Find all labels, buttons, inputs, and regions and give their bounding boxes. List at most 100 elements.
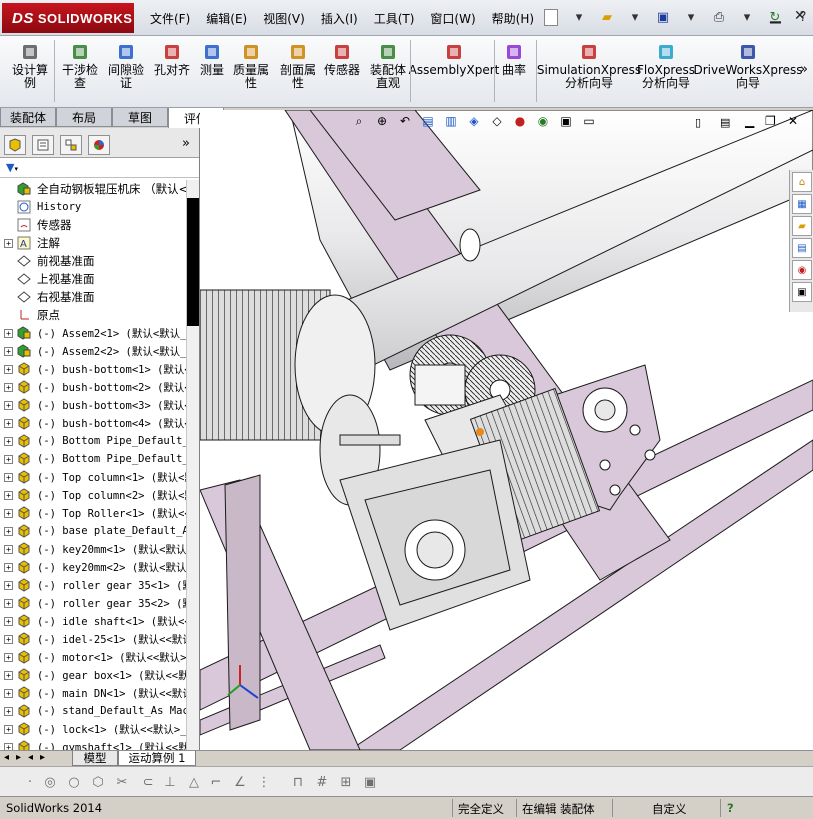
smart-dimension-icon[interactable]: ⊓ xyxy=(290,774,306,790)
previous-view-icon[interactable]: ↶ xyxy=(396,112,414,130)
view-orientation-icon[interactable]: ◈ xyxy=(465,112,483,130)
offset-icon[interactable]: ⊂ xyxy=(140,774,156,790)
tree-node[interactable]: + (-) gymshaft<1> (默认<<默 xyxy=(0,738,186,750)
appearances-scenes-icon[interactable]: ◉ xyxy=(792,260,812,280)
dropdown-arrow-icon[interactable]: ▾ xyxy=(624,7,646,27)
tree-node[interactable]: + (-) Top column<2> (默认<默 xyxy=(0,486,186,504)
tree-node[interactable]: + (-) lock<1> (默认<<默认>_5 xyxy=(0,720,186,738)
expand-icon[interactable]: + xyxy=(4,526,13,536)
command-driveworksxpress[interactable]: DriveWorksXpress 向导 xyxy=(693,42,803,90)
graphics-area[interactable]: ⌕ ⊕ ↶ ▤ ▥ ◈ ◇ ● ◉ ▣ ▭ ▯ ▤ ▁ ❐ ✕ xyxy=(200,110,813,750)
mirror-icon[interactable]: ⊥ xyxy=(162,774,178,790)
command-floxpress[interactable]: FloXpress 分析向导 xyxy=(637,42,695,90)
tab-model[interactable]: 模型 xyxy=(72,751,118,766)
tree-node[interactable]: + (-) Top column<1> (默认<默 xyxy=(0,468,186,486)
expand-icon[interactable]: + xyxy=(4,436,13,446)
tab-motion-study-1[interactable]: 运动算例 1 xyxy=(118,751,196,766)
expand-icon[interactable]: + xyxy=(4,670,13,680)
menu-item-3[interactable]: 插入(I) xyxy=(321,10,358,27)
expand-icon[interactable]: + xyxy=(4,472,13,482)
tree-node[interactable]: + (-) roller gear 35<1> (默认 xyxy=(0,576,186,594)
scroll-left-icon[interactable]: ◂ xyxy=(4,752,9,763)
expand-icon[interactable]: + xyxy=(4,580,13,590)
display-style-icon[interactable]: ◇ xyxy=(488,112,506,130)
viewport-tile-icon[interactable]: ▤ xyxy=(720,116,730,129)
tree-node[interactable]: + (-) Bottom Pipe_Default_As xyxy=(0,450,186,468)
file-explorer-icon[interactable]: ▰ xyxy=(792,216,812,236)
apply-scene-icon[interactable]: ▣ xyxy=(557,112,575,130)
scroll-right-icon[interactable]: ▸ xyxy=(16,752,21,763)
tree-node[interactable]: + A 注解 xyxy=(0,234,186,252)
expand-icon[interactable]: + xyxy=(4,706,13,716)
command-design-study[interactable]: 设计算 例 xyxy=(10,42,50,90)
expand-icon[interactable]: + xyxy=(4,400,13,410)
tree-node[interactable]: History xyxy=(0,198,186,216)
expand-icon[interactable]: + xyxy=(4,616,13,626)
tree-node[interactable]: + (-) gear box<1> (默认<<默认 xyxy=(0,666,186,684)
command-sensor[interactable]: 传感器 xyxy=(322,42,362,77)
tree-node[interactable]: + (-) bush-bottom<2> (默认<< xyxy=(0,378,186,396)
print-icon[interactable]: ⎙ xyxy=(708,7,730,27)
tree-node[interactable]: + (-) bush-bottom<1> (默认<< xyxy=(0,360,186,378)
command-curvature[interactable]: 曲率 xyxy=(500,42,528,77)
command-measure[interactable]: 测量 xyxy=(198,42,226,77)
design-library-icon[interactable]: ▦ xyxy=(792,194,812,214)
menu-item-6[interactable]: 帮助(H) xyxy=(492,10,534,27)
dropdown-arrow-icon[interactable]: ▾ xyxy=(568,7,590,27)
menu-item-1[interactable]: 编辑(E) xyxy=(206,10,247,27)
save-icon[interactable]: ▣ xyxy=(652,7,674,27)
view-settings-icon[interactable]: ▭ xyxy=(580,112,598,130)
fillet-icon[interactable]: ⌐ xyxy=(208,774,224,790)
expand-icon[interactable]: + xyxy=(4,508,13,518)
expand-icon[interactable]: + xyxy=(4,634,13,644)
circle-icon[interactable]: ◎ xyxy=(42,774,58,790)
command-interference[interactable]: 干涉检 查 xyxy=(60,42,100,90)
expand-icon[interactable]: + xyxy=(4,544,13,554)
expand-icon[interactable]: + xyxy=(4,490,13,500)
section-view-icon[interactable]: ▤ xyxy=(419,112,437,130)
tree-node[interactable]: + (-) bush-bottom<3> (默认<< xyxy=(0,396,186,414)
expand-icon[interactable]: + xyxy=(4,598,13,608)
polygon-icon[interactable]: ⬡ xyxy=(90,774,106,790)
expand-icon[interactable]: + xyxy=(4,346,13,356)
expand-icon[interactable]: + xyxy=(4,562,13,572)
tree-node[interactable]: + (-) Assem2<2> (默认<默认_5 xyxy=(0,342,186,360)
tree-node[interactable]: + (-) Assem2<1> (默认<默认_5 xyxy=(0,324,186,342)
tree-root-assembly[interactable]: 全自动钢板辊压机床 （默认<默认 xyxy=(0,180,186,198)
tree-node[interactable]: 前视基准面 xyxy=(0,252,186,270)
grid-icon[interactable]: # xyxy=(314,774,330,790)
tree-node[interactable]: + (-) stand_Default_As Machi xyxy=(0,702,186,720)
trim-icon[interactable]: ✂ xyxy=(114,774,130,790)
tree-node[interactable]: 传感器 xyxy=(0,216,186,234)
command-simulationxpress[interactable]: SimulationXpress 分析向导 xyxy=(537,42,641,90)
scroll-first-icon[interactable]: ◂ xyxy=(28,752,33,763)
tree-node[interactable]: + (-) key20mm<1> (默认<默认_ xyxy=(0,540,186,558)
dynamic-annotation-icon[interactable]: ▥ xyxy=(442,112,460,130)
view-palette-icon[interactable]: ▤ xyxy=(792,238,812,258)
custom-properties-icon[interactable]: ▣ xyxy=(792,282,812,302)
solidworks-logo[interactable]: DS SOLIDWORKS xyxy=(2,3,134,33)
expand-icon[interactable]: + xyxy=(4,238,13,248)
feature-tree-scroll-thumb[interactable] xyxy=(187,198,199,326)
help-icon[interactable]: ? xyxy=(727,801,734,815)
tree-node[interactable]: + (-) idel-25<1> (默认<<默认 xyxy=(0,630,186,648)
command-assemblyxpert[interactable]: AssemblyXpert xyxy=(409,42,499,77)
viewport-close-icon[interactable]: ✕ xyxy=(788,114,798,128)
point-icon[interactable]: · xyxy=(22,774,38,790)
tree-node[interactable]: + (-) motor<1> (默认<<默认>_ xyxy=(0,648,186,666)
menu-item-0[interactable]: 文件(F) xyxy=(150,10,190,27)
expand-icon[interactable]: + xyxy=(4,724,13,734)
new-document-icon[interactable] xyxy=(540,7,562,27)
command-mass-properties[interactable]: 质量属 性 xyxy=(230,42,272,90)
expand-icon[interactable]: + xyxy=(4,652,13,662)
chamfer-icon[interactable]: ∠ xyxy=(232,774,248,790)
zoom-area-icon[interactable]: ⊕ xyxy=(373,112,391,130)
command-tab-2[interactable]: 草图 xyxy=(112,108,168,127)
minimize-icon[interactable]: ▁ xyxy=(770,8,781,24)
feature-tree-scrollbar[interactable] xyxy=(186,180,199,750)
solidworks-resources-icon[interactable]: ⌂ xyxy=(792,172,812,192)
expand-icon[interactable]: + xyxy=(4,328,13,338)
expand-icon[interactable]: + xyxy=(4,454,13,464)
status-units[interactable]: 自定义 xyxy=(652,801,687,817)
property-manager-icon[interactable] xyxy=(32,135,54,155)
